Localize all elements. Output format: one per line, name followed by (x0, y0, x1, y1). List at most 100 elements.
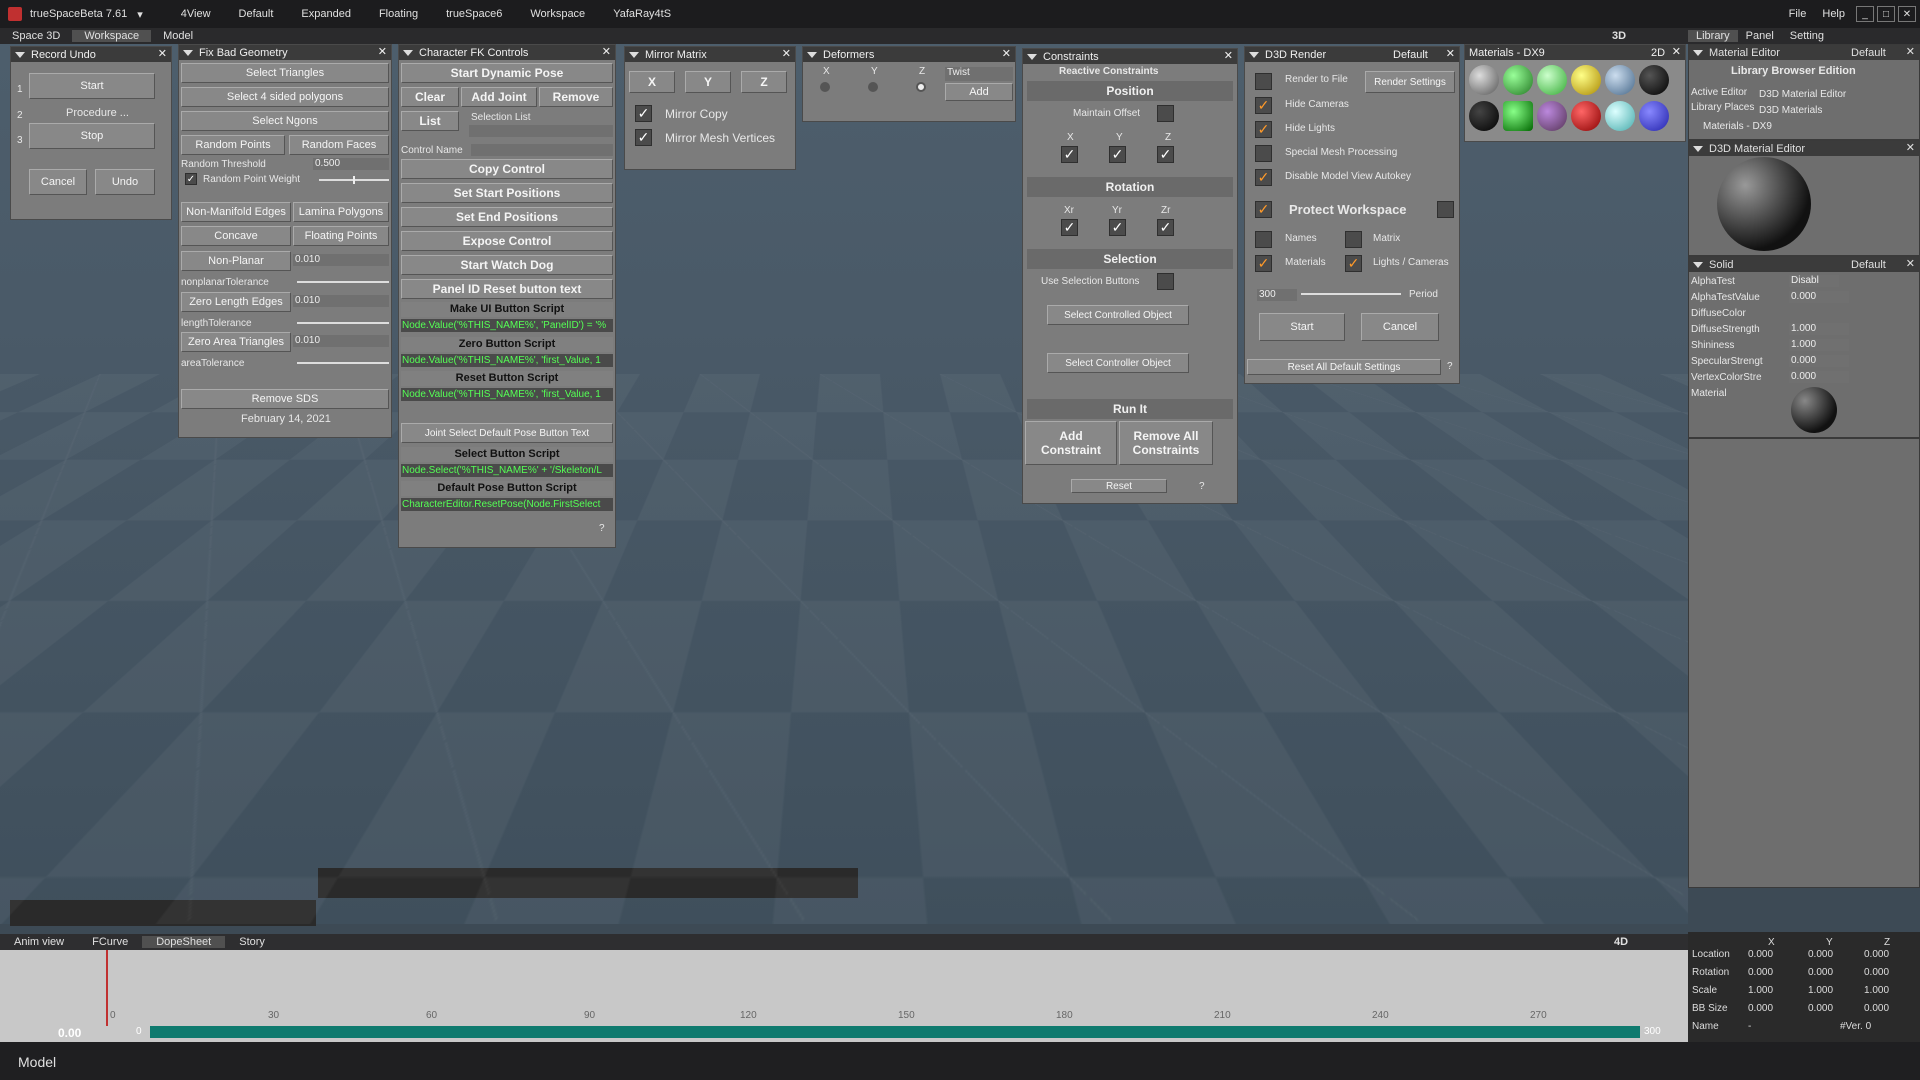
cancel-button[interactable]: Cancel (29, 169, 87, 195)
tab-model[interactable]: Model (151, 30, 205, 42)
preset-label[interactable]: Default (1393, 49, 1428, 61)
stop-button[interactable]: Stop (29, 123, 155, 149)
set-end-button[interactable]: Set End Positions (401, 207, 613, 227)
render-to-file-checkbox[interactable] (1255, 73, 1272, 90)
specular-field[interactable]: 0.000 (1789, 355, 1849, 367)
materials-checkbox[interactable]: ✓ (1255, 255, 1272, 272)
collapse-icon[interactable] (629, 51, 639, 58)
collapse-icon[interactable] (1027, 53, 1037, 60)
select-controller-button[interactable]: Select Controller Object (1047, 353, 1189, 373)
concave-button[interactable]: Concave (181, 226, 291, 246)
hide-cameras-checkbox[interactable]: ✓ (1255, 97, 1272, 114)
collapse-icon[interactable] (1693, 49, 1703, 56)
period-slider[interactable] (1301, 293, 1401, 295)
select-controlled-button[interactable]: Select Controlled Object (1047, 305, 1189, 325)
active-editor-value[interactable]: D3D Material Editor (1759, 89, 1846, 100)
close-icon[interactable]: ✕ (1002, 47, 1011, 60)
tab-fcurve[interactable]: FCurve (78, 936, 142, 948)
protect-workspace-checkbox[interactable]: ✓ (1255, 201, 1272, 218)
mirror-copy-checkbox[interactable]: ✓ (635, 105, 652, 122)
close-icon[interactable]: ✕ (1906, 45, 1915, 58)
menu-truespace6[interactable]: trueSpace6 (432, 8, 516, 20)
material-swatch[interactable] (1537, 101, 1567, 131)
prop-value[interactable]: 0.000 (1748, 946, 1773, 962)
close-icon[interactable]: ✕ (1224, 49, 1233, 62)
prop-value[interactable]: 1.000 (1748, 982, 1773, 998)
set-start-button[interactable]: Set Start Positions (401, 183, 613, 203)
material-swatch[interactable] (1503, 65, 1533, 95)
tab-anim-view[interactable]: Anim view (0, 936, 78, 948)
lights-cameras-checkbox[interactable]: ✓ (1345, 255, 1362, 272)
viewport-mode[interactable]: 3D (1600, 30, 1638, 42)
render-settings-button[interactable]: Render Settings (1365, 71, 1455, 93)
menu-default[interactable]: Default (225, 8, 288, 20)
menu-file[interactable]: File (1781, 8, 1815, 20)
prop-value[interactable]: 1.000 (1808, 982, 1833, 998)
default-pose-script[interactable]: CharacterEditor.ResetPose(Node.FirstSele… (401, 498, 613, 511)
prop-value[interactable]: 0.000 (1808, 964, 1833, 980)
tab-panel[interactable]: Panel (1738, 30, 1782, 42)
select-4-sided-button[interactable]: Select 4 sided polygons (181, 87, 389, 107)
help-icon[interactable]: ? (1199, 481, 1205, 492)
clear-button[interactable]: Clear (401, 87, 459, 107)
random-points-button[interactable]: Random Points (181, 135, 285, 155)
reset-defaults-button[interactable]: Reset All Default Settings (1247, 359, 1441, 375)
close-icon[interactable]: ✕ (1906, 257, 1915, 270)
collapse-icon[interactable] (807, 51, 817, 58)
remove-constraints-button[interactable]: Remove All Constraints (1119, 421, 1213, 465)
random-faces-button[interactable]: Random Faces (289, 135, 389, 155)
dropdown-icon[interactable]: ▾ (137, 8, 143, 21)
help-icon[interactable]: ? (599, 523, 605, 534)
help-icon[interactable]: ? (1447, 361, 1453, 372)
nonplanar-tolerance-slider[interactable] (297, 281, 389, 283)
collapse-icon[interactable] (1693, 261, 1703, 268)
pos-x-checkbox[interactable]: ✓ (1061, 146, 1078, 163)
shininess-field[interactable]: 1.000 (1789, 339, 1849, 351)
prop-value[interactable]: 0.000 (1808, 946, 1833, 962)
material-swatch[interactable] (1503, 101, 1533, 131)
slider-knob[interactable] (353, 176, 355, 184)
prop-value[interactable]: 1.000 (1864, 982, 1889, 998)
zero-length-field[interactable]: 0.010 (293, 295, 389, 307)
menu-4view[interactable]: 4View (167, 8, 225, 20)
start-watch-dog-button[interactable]: Start Watch Dog (401, 255, 613, 275)
close-icon[interactable]: ✕ (378, 45, 387, 58)
tab-dopesheet[interactable]: DopeSheet (142, 936, 226, 948)
collapse-icon[interactable] (403, 49, 413, 56)
material-swatch[interactable] (1469, 101, 1499, 131)
special-mesh-checkbox[interactable] (1255, 145, 1272, 162)
material-swatch[interactable] (1571, 101, 1601, 131)
timeline[interactable]: 0.00 0 300 0 30 60 90 120 150 180 210 24… (0, 950, 1688, 1042)
remove-button[interactable]: Remove (539, 87, 613, 107)
material-preview[interactable] (1717, 157, 1811, 251)
remove-sds-button[interactable]: Remove SDS (181, 389, 389, 409)
prop-value[interactable]: 0.000 (1864, 946, 1889, 962)
maintain-offset-checkbox[interactable] (1157, 105, 1174, 122)
menu-workspace[interactable]: Workspace (516, 8, 599, 20)
matrix-checkbox[interactable] (1345, 231, 1362, 248)
start-button[interactable]: Start (29, 73, 155, 99)
mirror-y-button[interactable]: Y (685, 71, 731, 93)
prop-value[interactable]: 0.000 (1808, 1000, 1833, 1016)
menu-yafaray[interactable]: YafaRay4tS (599, 8, 685, 20)
vertexcolor-field[interactable]: 0.000 (1789, 371, 1849, 383)
material-swatch[interactable] (1639, 101, 1669, 131)
zero-length-button[interactable]: Zero Length Edges (181, 292, 291, 312)
reset-button[interactable]: Reset (1071, 479, 1167, 493)
panel-id-reset-button[interactable]: Panel ID Reset button text (401, 279, 613, 299)
pos-y-checkbox[interactable]: ✓ (1109, 146, 1126, 163)
tab-library[interactable]: Library (1688, 30, 1738, 42)
expose-control-button[interactable]: Expose Control (401, 231, 613, 251)
rot-x-checkbox[interactable]: ✓ (1061, 219, 1078, 236)
menu-floating[interactable]: Floating (365, 8, 432, 20)
non-planar-field[interactable]: 0.010 (293, 254, 389, 266)
zero-script[interactable]: Node.Value('%THIS_NAME%', 'first_Value, … (401, 354, 613, 367)
protect-extra-checkbox[interactable] (1437, 201, 1454, 218)
collapse-icon[interactable] (183, 49, 193, 56)
menu-help[interactable]: Help (1814, 8, 1853, 20)
radio-x[interactable] (820, 82, 830, 92)
reset-script[interactable]: Node.Value('%THIS_NAME%', 'first_Value, … (401, 388, 613, 401)
control-name-field[interactable] (471, 144, 613, 156)
mode-label[interactable]: 2D (1651, 47, 1665, 59)
close-icon[interactable]: ✕ (1446, 47, 1455, 60)
